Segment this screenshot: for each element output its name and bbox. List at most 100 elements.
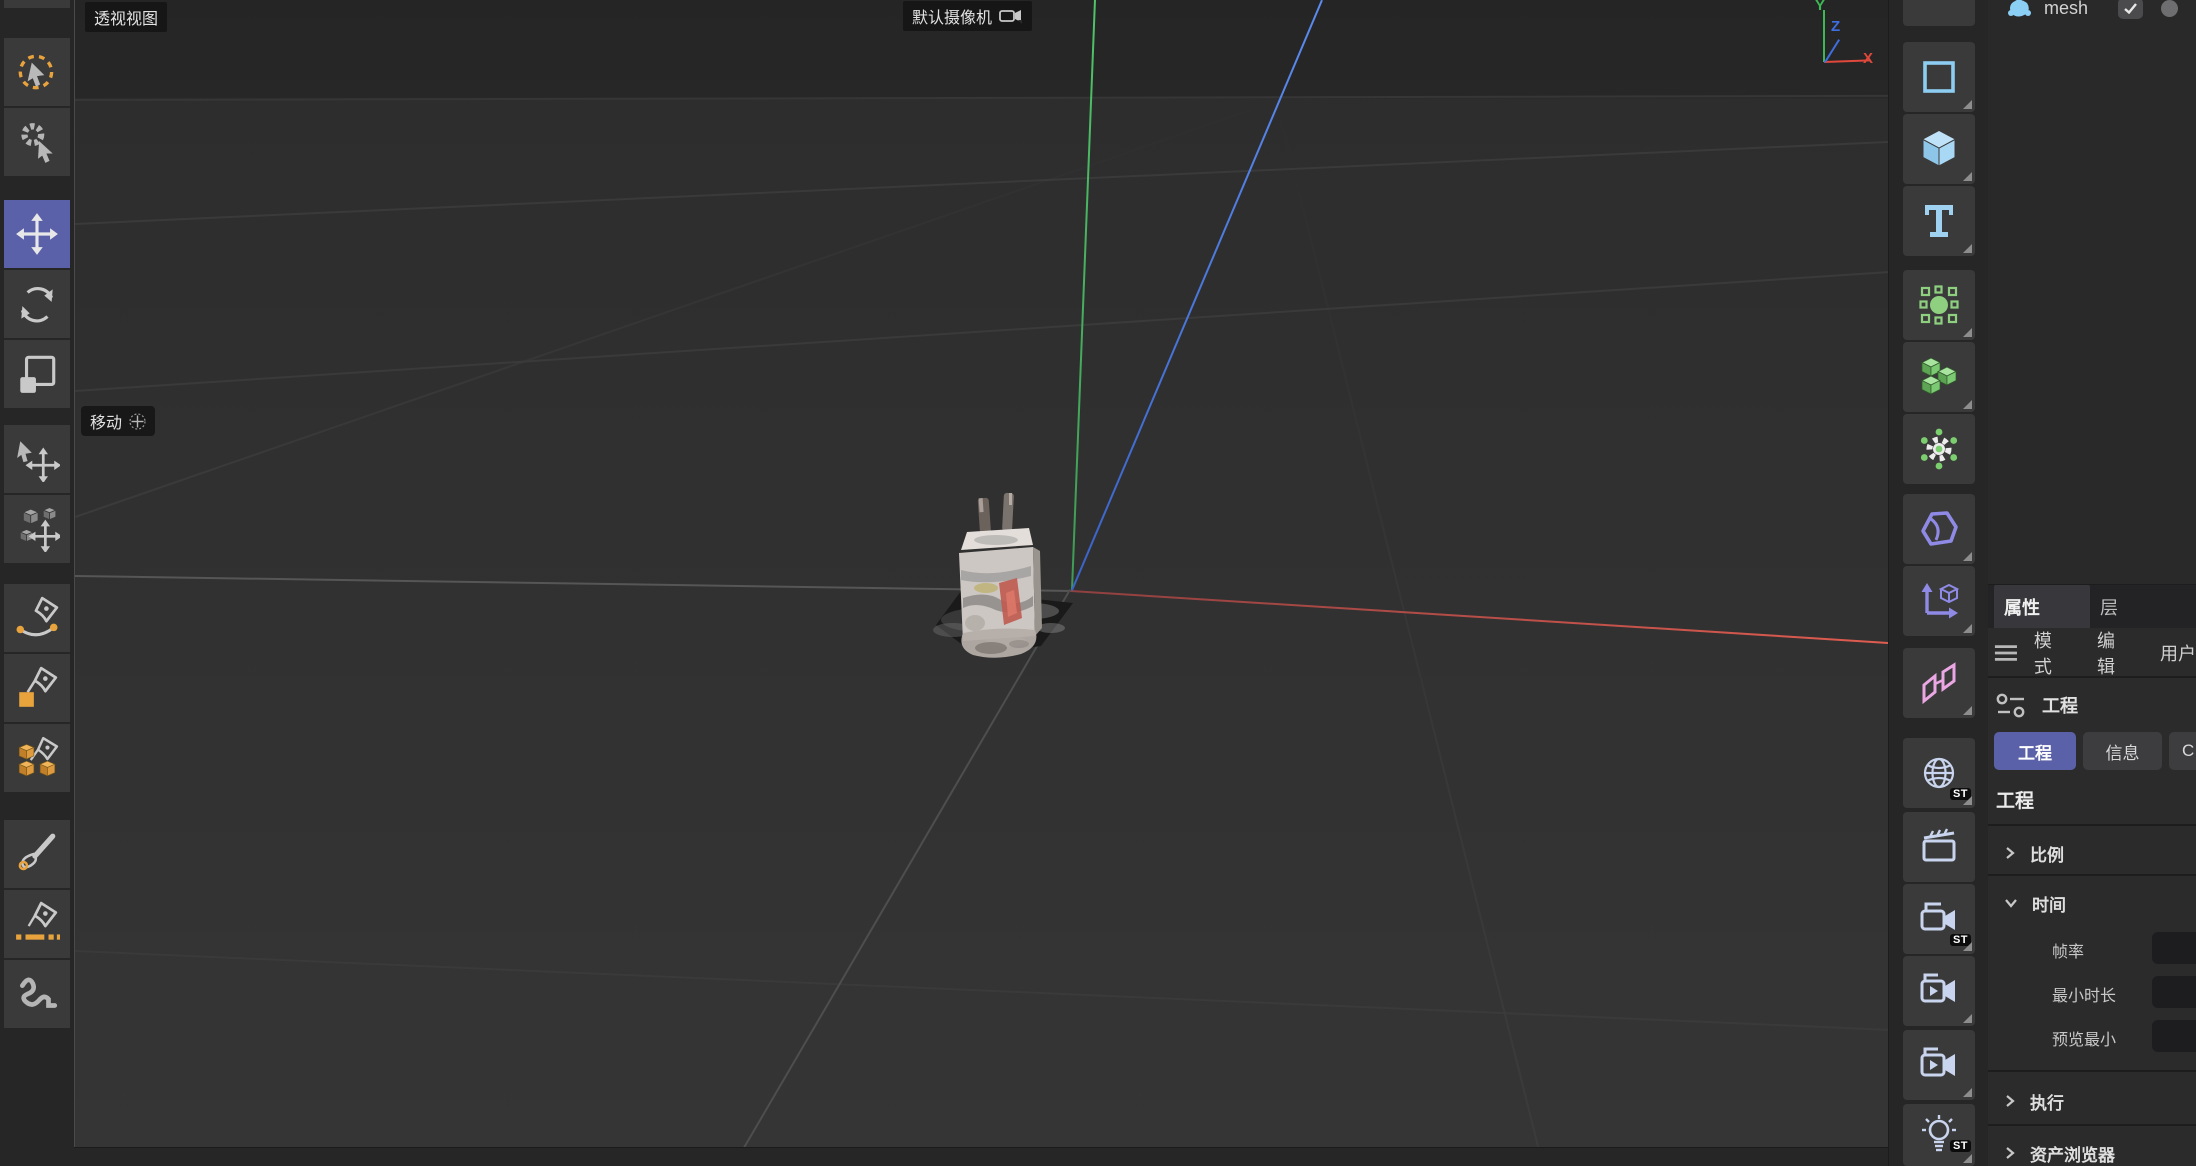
rotate-icon xyxy=(14,281,60,327)
menu-edit[interactable]: 编辑 xyxy=(2097,627,2130,679)
st-badge: ST xyxy=(1950,934,1971,946)
framerate-input[interactable] xyxy=(2152,932,2196,964)
chevron-down-icon xyxy=(2004,897,2018,909)
hamburger-menu-icon[interactable] xyxy=(1994,643,2018,663)
camera-icon xyxy=(999,8,1023,24)
field-tool[interactable] xyxy=(1903,270,1975,340)
group-scale[interactable]: 比例 xyxy=(1988,834,2196,872)
gizmo-y-axis xyxy=(1823,10,1825,62)
group-time-label: 时间 xyxy=(2032,891,2066,916)
min-duration-input[interactable] xyxy=(2152,976,2196,1008)
camera-play2-tool[interactable] xyxy=(1903,1030,1975,1100)
subtab-partial[interactable]: C xyxy=(2169,732,2196,770)
gizmo-z-label: Z xyxy=(1831,18,1840,35)
live-selection-tool[interactable] xyxy=(4,38,70,106)
spline-pen-tool[interactable] xyxy=(4,584,70,652)
live-selection-icon xyxy=(14,49,60,95)
sketch-icon xyxy=(14,971,60,1017)
group-time[interactable]: 时间 xyxy=(1988,884,2196,922)
separator xyxy=(1988,1124,2196,1126)
volume-pen-tool[interactable] xyxy=(4,724,70,792)
globe-st-tool[interactable]: ST xyxy=(1903,738,1975,808)
spline-rect-tool[interactable] xyxy=(1903,42,1975,112)
brush-tool[interactable] xyxy=(4,820,70,888)
subtab-info-label: 信息 xyxy=(2106,739,2140,764)
object-state-dot[interactable] xyxy=(2161,0,2178,17)
deformer-tool[interactable] xyxy=(1903,494,1975,564)
gizmo-x-label: X xyxy=(1863,50,1873,67)
deformer-icon xyxy=(1917,507,1961,551)
move-cursor-icon xyxy=(129,413,146,430)
camera-play-tool[interactable] xyxy=(1903,956,1975,1026)
scale-tool[interactable] xyxy=(4,340,70,408)
field-framerate-label: 帧率 xyxy=(2052,938,2084,962)
subtab-info[interactable]: 信息 xyxy=(2083,732,2162,770)
line-cut-pen-tool[interactable] xyxy=(4,890,70,958)
field-icon xyxy=(1917,283,1961,327)
menu-mode[interactable]: 模式 xyxy=(2034,627,2067,679)
clapperboard-icon xyxy=(1917,825,1961,869)
array-cubes-tool[interactable] xyxy=(1903,342,1975,412)
group-execute[interactable]: 执行 xyxy=(1988,1082,2196,1120)
x-axis-line xyxy=(1071,590,1888,644)
select-move-tool[interactable] xyxy=(4,425,70,493)
separator xyxy=(1988,824,2196,826)
grid-z-axis-line xyxy=(744,589,1071,1147)
partial-tool-tile[interactable] xyxy=(1903,0,1975,26)
camera-play-icon xyxy=(1917,969,1961,1013)
array-cubes-icon xyxy=(1917,355,1961,399)
cube-primitive-icon xyxy=(1917,127,1961,171)
volume-pen-icon xyxy=(14,735,60,781)
preview-min-input[interactable] xyxy=(2152,1020,2196,1052)
move-tooltip-text: 移动 xyxy=(90,409,122,433)
light-st-tool[interactable]: ST xyxy=(1903,1104,1975,1166)
subtab-project[interactable]: 工程 xyxy=(1994,732,2076,770)
object-row[interactable]: mesh xyxy=(1988,0,2196,23)
subtab-partial-label: C xyxy=(2182,741,2194,761)
multi-object-move-icon xyxy=(14,506,60,552)
axis-gizmo[interactable]: Y Z X xyxy=(1775,0,1888,86)
project-settings-icon xyxy=(1994,692,2028,718)
sketch-tool[interactable] xyxy=(4,960,70,1028)
symmetry-tool[interactable] xyxy=(1903,648,1975,718)
brush-icon xyxy=(14,831,60,877)
camera-label-text: 默认摄像机 xyxy=(912,4,992,28)
panel-tabbar: 属性 层 xyxy=(1988,585,2196,628)
tab-layers[interactable]: 层 xyxy=(2100,585,2118,628)
gizmo-z-axis xyxy=(1824,39,1840,63)
z-axis-line xyxy=(1071,0,1323,591)
camera-st-tool[interactable]: ST xyxy=(1903,884,1975,954)
camera-play2-icon xyxy=(1917,1043,1961,1087)
separator xyxy=(1988,1070,2196,1072)
grid-line xyxy=(75,97,1285,517)
simulation-gear-tool[interactable] xyxy=(1903,414,1975,484)
object-enabled-toggle[interactable] xyxy=(2118,0,2143,19)
tab-attributes[interactable]: 属性 xyxy=(1994,585,2090,628)
polygon-pen-tool[interactable] xyxy=(4,654,70,722)
camera-label[interactable]: 默认摄像机 xyxy=(903,1,1032,31)
st-badge: ST xyxy=(1950,788,1971,800)
tweak-gear-icon xyxy=(14,119,60,165)
grid-horizon-line xyxy=(75,95,1888,101)
tab-layers-label: 层 xyxy=(2100,594,2118,620)
project-heading: 工程 xyxy=(1996,786,2034,813)
3d-viewport[interactable]: 透视视图 默认摄像机 移动 Y Z X xyxy=(74,0,1888,1147)
chevron-right-icon xyxy=(2004,1094,2016,1108)
tweak-tool[interactable] xyxy=(4,108,70,176)
multi-object-move-tool[interactable] xyxy=(4,495,70,563)
view-label-text: 透视视图 xyxy=(94,5,158,29)
text-object-tool[interactable] xyxy=(1903,186,1975,256)
clapperboard-tool[interactable] xyxy=(1903,812,1975,882)
cube-primitive-tool[interactable] xyxy=(1903,114,1975,184)
group-asset-browser[interactable]: 资产浏览器 xyxy=(1988,1134,2196,1166)
move-icon xyxy=(14,211,60,257)
menu-user[interactable]: 用户 xyxy=(2160,640,2196,666)
move-tool[interactable] xyxy=(4,200,70,268)
partial-purple-icon xyxy=(1917,0,1961,33)
axis-workplane-tool[interactable] xyxy=(1903,566,1975,636)
view-label[interactable]: 透视视图 xyxy=(85,2,167,32)
rotate-tool[interactable] xyxy=(4,270,70,338)
grid-line xyxy=(75,271,1888,391)
polygon-object-icon xyxy=(2004,0,2034,21)
polygon-pen-icon xyxy=(14,665,60,711)
